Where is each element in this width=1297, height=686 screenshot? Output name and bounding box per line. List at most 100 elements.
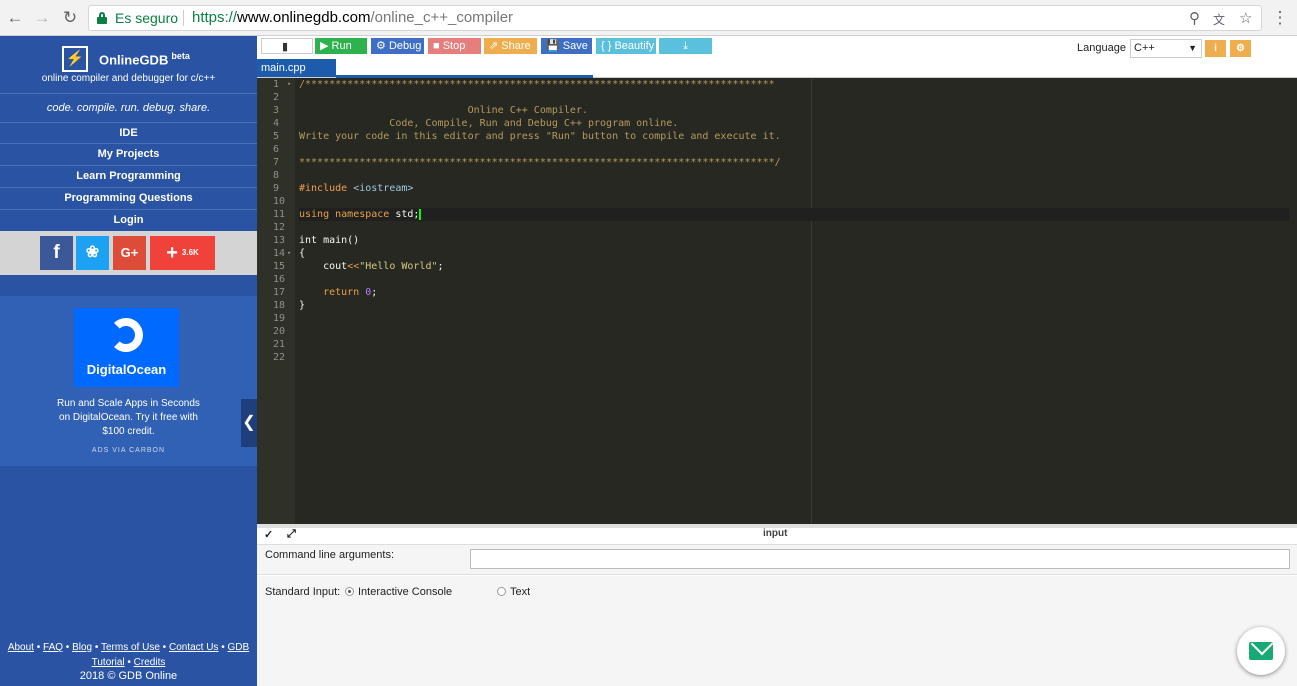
code-line[interactable]	[299, 338, 1289, 351]
code-editor[interactable]: 1 ▾ 2 3 4 5 6 7 8 9 10 11 12 13 14 ▾ 15 16 17 18 19 20 21 22 /*…	[257, 78, 1297, 524]
text-cursor	[419, 208, 422, 220]
back-arrow-icon[interactable]: ←	[5, 8, 25, 28]
line-number: 13	[273, 235, 286, 246]
code-line[interactable]: Write your code in this editor and press…	[299, 130, 1289, 143]
line-number: 21	[273, 339, 286, 350]
fold-arrow-icon[interactable]: ▾	[287, 247, 291, 260]
code-line[interactable]: int main()	[299, 234, 1289, 247]
standard-input-row: Standard Input: Interactive Console Text	[257, 576, 1297, 686]
new-file-button[interactable]: ▮	[261, 38, 313, 54]
save-button[interactable]: 💾 Save	[541, 38, 592, 54]
bookmark-star-icon[interactable]: ☆	[1239, 9, 1252, 27]
ide-toolbar: ▮ ▶ Run ⚙ Debug ■ Stop ⇗ Share 💾 Save { …	[257, 36, 1297, 59]
ads-via-carbon[interactable]: ADS VIA CARBON	[0, 447, 257, 454]
code-line[interactable]: }	[299, 299, 1289, 312]
google-plus-icon[interactable]: G+	[113, 236, 146, 270]
browser-toolbar: ← → ↻ Es seguro https://www.onlinegdb.co…	[0, 0, 1297, 36]
facebook-icon[interactable]: f	[40, 236, 73, 270]
share-count: 3.6K	[181, 248, 199, 258]
line-number: 16	[273, 274, 286, 285]
sidebar-item-my-projects[interactable]: My Projects	[0, 144, 257, 166]
envelope-icon	[1249, 642, 1273, 660]
footer-link-terms[interactable]: Terms of Use	[101, 642, 160, 653]
code-line[interactable]: Code, Compile, Run and Debug C++ program…	[299, 117, 1289, 130]
line-number: 2	[273, 92, 280, 103]
code-line[interactable]: #include <iostream>	[299, 182, 1289, 195]
sidebar-collapse-button[interactable]: ❮	[241, 399, 257, 447]
sidebar-item-ide[interactable]: IDE	[0, 122, 257, 144]
share-button[interactable]: ⇗ Share	[484, 38, 537, 54]
language-label: Language	[1077, 42, 1126, 54]
reload-icon[interactable]: ↻	[60, 8, 80, 28]
download-button[interactable]: ⤓	[659, 38, 712, 54]
interactive-console-label[interactable]: Interactive Console	[358, 586, 452, 598]
footer-link-about[interactable]: About	[8, 642, 34, 653]
gear-icon[interactable]: ⚙	[1230, 40, 1251, 57]
code-line[interactable]: Online C++ Compiler.	[299, 104, 1289, 117]
url-text[interactable]: https://www.onlinegdb.com/online_c++_com…	[192, 9, 513, 26]
digitalocean-logo[interactable]: DigitalOcean	[74, 308, 179, 387]
text-radio[interactable]	[497, 587, 506, 596]
input-panel-title: input	[763, 528, 788, 539]
stop-button[interactable]: ■ Stop	[428, 38, 481, 54]
code-line[interactable]	[299, 273, 1289, 286]
line-number: 18	[273, 300, 286, 311]
debug-button[interactable]: ⚙ Debug	[371, 38, 424, 54]
footer-link-credits[interactable]: Credits	[134, 657, 166, 668]
code-line[interactable]: using namespace std;	[299, 208, 1289, 221]
line-number: 5	[273, 131, 280, 142]
tab-main-cpp[interactable]: main.cpp	[257, 59, 336, 77]
code-line[interactable]	[299, 221, 1289, 234]
sidebar-item-login[interactable]: Login	[0, 210, 257, 232]
language-select[interactable]: C++ ▼	[1130, 39, 1202, 58]
beautify-button[interactable]: { } Beautify	[596, 38, 656, 54]
address-bar[interactable]: Es seguro https://www.onlinegdb.com/onli…	[88, 5, 1262, 31]
code-line[interactable]	[299, 312, 1289, 325]
code-line[interactable]	[299, 195, 1289, 208]
copyright: 2018 © GDB Online	[79, 670, 178, 682]
footer-link-contact[interactable]: Contact Us	[169, 642, 218, 653]
fold-arrow-icon[interactable]: ▾	[287, 78, 291, 91]
line-number: 11	[273, 209, 286, 220]
sidebar-item-learn-programming[interactable]: Learn Programming	[0, 166, 257, 188]
chevron-down-icon[interactable]: ✓	[264, 528, 273, 541]
footer-links: About • FAQ • Blog • Terms of Use • Cont…	[7, 642, 250, 668]
dropdown-arrow-icon: ▼	[1188, 43, 1197, 53]
sidebar-item-programming-questions[interactable]: Programming Questions	[0, 188, 257, 210]
stdin-label: Standard Input:	[265, 586, 341, 598]
zoom-icon[interactable]: ⚲	[1189, 9, 1200, 27]
footer-link-blog[interactable]: Blog	[72, 642, 92, 653]
feedback-button[interactable]	[1237, 627, 1285, 675]
expand-icon[interactable]: ⤢	[287, 528, 296, 541]
code-line[interactable]	[299, 143, 1289, 156]
code-line[interactable]	[299, 91, 1289, 104]
code-line[interactable]	[299, 325, 1289, 338]
line-number: 22	[273, 352, 286, 363]
info-icon[interactable]: i	[1205, 40, 1226, 57]
bolt-icon: ⚡	[62, 46, 88, 72]
code-area[interactable]: /***************************************…	[299, 78, 1289, 364]
input-panel-header: ✓ ⤢ input	[257, 524, 1297, 545]
share-count-button[interactable]: +3.6K	[150, 236, 215, 270]
run-button[interactable]: ▶ Run	[315, 38, 367, 54]
translate-icon[interactable]: 文	[1213, 11, 1225, 28]
digitalocean-ring-icon	[109, 318, 143, 352]
menu-dots-icon[interactable]: ⋮	[1270, 8, 1290, 28]
code-line[interactable]	[299, 169, 1289, 182]
line-number: 19	[273, 313, 286, 324]
code-line[interactable]: {	[299, 247, 1289, 260]
footer-link-faq[interactable]: FAQ	[43, 642, 63, 653]
twitter-icon[interactable]: ❀	[76, 236, 109, 270]
forward-arrow-icon[interactable]: →	[32, 8, 52, 28]
args-input[interactable]	[470, 549, 1290, 569]
code-line[interactable]: cout<<"Hello World";	[299, 260, 1289, 273]
lock-icon	[97, 12, 107, 24]
text-label[interactable]: Text	[510, 586, 530, 598]
code-line[interactable]: /***************************************…	[299, 78, 1289, 91]
code-line[interactable]: ****************************************…	[299, 156, 1289, 169]
interactive-console-radio[interactable]	[345, 587, 354, 596]
code-line[interactable]: return 0;	[299, 286, 1289, 299]
ad-text[interactable]: Run and Scale Apps in Seconds on Digital…	[55, 397, 202, 439]
file-icon: ▮	[282, 41, 289, 53]
code-line[interactable]	[299, 351, 1289, 364]
